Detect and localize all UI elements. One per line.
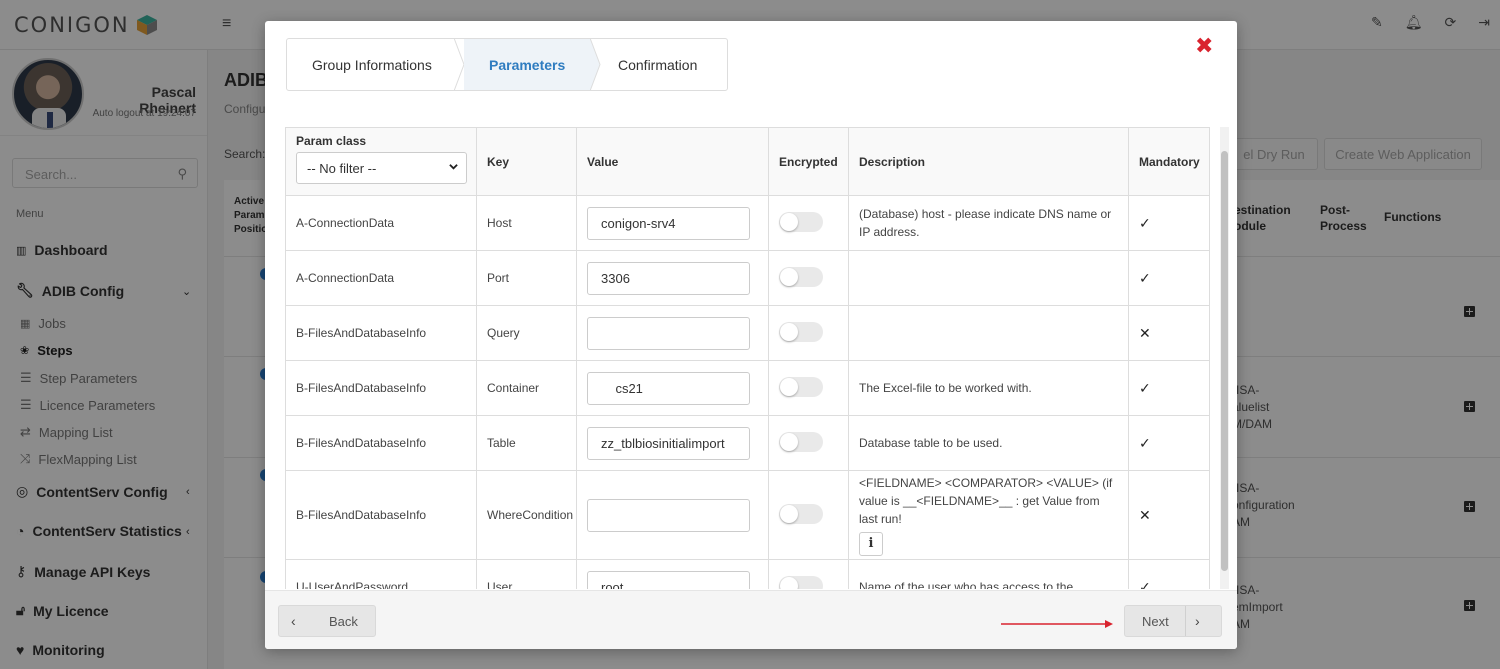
mandatory-cross-icon: ✕ <box>1128 305 1210 361</box>
chevron-left-icon: ‹ <box>291 613 296 629</box>
param-class-cell: U-UserAndPassword <box>285 559 477 589</box>
key-cell: WhereCondition <box>476 470 577 560</box>
col-mandatory: Mandatory <box>1128 127 1210 196</box>
key-cell: Container <box>476 360 577 416</box>
mandatory-cross-icon: ✕ <box>1128 470 1210 560</box>
description-cell: <FIELDNAME> <COMPARATOR> <VALUE> (if val… <box>848 470 1129 560</box>
encrypted-toggle[interactable] <box>779 211 823 232</box>
key-cell: Table <box>476 415 577 471</box>
encrypted-cell <box>768 250 849 306</box>
chevron-right-icon: › <box>1195 613 1200 629</box>
table-row: U-UserAndPassword User Name of the user … <box>285 559 1210 589</box>
mandatory-check-icon: ✓ <box>1128 559 1210 589</box>
key-cell: Host <box>476 195 577 251</box>
chevron-down-icon <box>449 164 458 170</box>
value-input[interactable] <box>587 570 750 589</box>
col-value: Value <box>576 127 769 196</box>
param-class-filter-select[interactable]: -- No filter -- <box>296 152 467 184</box>
annotation-arrow-icon <box>1001 620 1113 628</box>
value-cell <box>576 195 769 251</box>
value-input[interactable] <box>587 371 750 405</box>
param-class-cell: A-ConnectionData <box>285 250 477 306</box>
mandatory-check-icon: ✓ <box>1128 195 1210 251</box>
encrypted-toggle[interactable] <box>779 431 823 452</box>
next-button[interactable]: Next › <box>1124 605 1222 637</box>
col-param-class: Param class -- No filter -- <box>285 127 477 196</box>
mandatory-check-icon: ✓ <box>1128 415 1210 471</box>
key-cell: Port <box>476 250 577 306</box>
encrypted-cell <box>768 305 849 361</box>
value-cell <box>576 305 769 361</box>
value-input[interactable] <box>587 426 750 460</box>
mandatory-check-icon: ✓ <box>1128 360 1210 416</box>
encrypted-cell <box>768 559 849 589</box>
encrypted-toggle[interactable] <box>779 266 823 287</box>
param-class-cell: A-ConnectionData <box>285 195 477 251</box>
key-cell: User <box>476 559 577 589</box>
table-row: B-FilesAndDatabaseInfo Query ✕ <box>285 305 1210 361</box>
col-key: Key <box>476 127 577 196</box>
table-scrollbar[interactable] <box>1220 127 1229 589</box>
param-class-cell: B-FilesAndDatabaseInfo <box>285 470 477 560</box>
col-encrypted: Encrypted <box>768 127 849 196</box>
param-class-cell: B-FilesAndDatabaseInfo <box>285 415 477 471</box>
value-input[interactable] <box>587 206 750 240</box>
encrypted-cell <box>768 470 849 560</box>
parameters-table: Param class -- No filter -- Key Value En… <box>285 127 1210 589</box>
wizard-modal: ✖ Group Informations Parameters Confirma… <box>265 21 1237 649</box>
key-cell: Query <box>476 305 577 361</box>
table-row: B-FilesAndDatabaseInfo Table Database ta… <box>285 415 1210 471</box>
description-cell: (Database) host - please indicate DNS na… <box>848 195 1129 251</box>
mandatory-check-icon: ✓ <box>1128 250 1210 306</box>
scrollbar-thumb[interactable] <box>1221 151 1228 571</box>
table-row: A-ConnectionData Host (Database) host - … <box>285 195 1210 251</box>
step-group-informations[interactable]: Group Informations <box>287 39 465 90</box>
back-button[interactable]: ‹ Back <box>278 605 376 637</box>
encrypted-toggle[interactable] <box>779 575 823 589</box>
step-parameters[interactable]: Parameters <box>464 39 601 90</box>
description-cell <box>848 305 1129 361</box>
encrypted-toggle[interactable] <box>779 376 823 397</box>
table-row: B-FilesAndDatabaseInfo Container The Exc… <box>285 360 1210 416</box>
param-class-cell: B-FilesAndDatabaseInfo <box>285 360 477 416</box>
col-description: Description <box>848 127 1129 196</box>
value-cell <box>576 360 769 416</box>
value-cell <box>576 470 769 560</box>
value-cell <box>576 415 769 471</box>
encrypted-cell <box>768 360 849 416</box>
description-cell: The Excel-file to be worked with. <box>848 360 1129 416</box>
value-cell <box>576 559 769 589</box>
description-cell: Database table to be used. <box>848 415 1129 471</box>
close-icon[interactable]: ✖ <box>1195 35 1213 57</box>
value-cell <box>576 250 769 306</box>
encrypted-toggle[interactable] <box>779 503 823 524</box>
wizard-steps: Group Informations Parameters Confirmati… <box>286 38 728 91</box>
modal-footer: ‹ Back Next › <box>265 590 1237 649</box>
table-row: B-FilesAndDatabaseInfo WhereCondition <F… <box>285 470 1210 560</box>
encrypted-cell <box>768 195 849 251</box>
encrypted-toggle[interactable] <box>779 321 823 342</box>
description-cell: Name of the user who has access to the <box>848 559 1129 589</box>
value-input[interactable] <box>587 316 750 350</box>
parameters-table-container[interactable]: Param class -- No filter -- Key Value En… <box>285 127 1229 589</box>
value-input[interactable] <box>587 498 750 532</box>
step-confirmation[interactable]: Confirmation <box>591 39 727 90</box>
param-class-cell: B-FilesAndDatabaseInfo <box>285 305 477 361</box>
info-icon[interactable]: i <box>859 532 883 556</box>
description-cell <box>848 250 1129 306</box>
encrypted-cell <box>768 415 849 471</box>
value-input[interactable] <box>587 261 750 295</box>
table-row: A-ConnectionData Port ✓ <box>285 250 1210 306</box>
